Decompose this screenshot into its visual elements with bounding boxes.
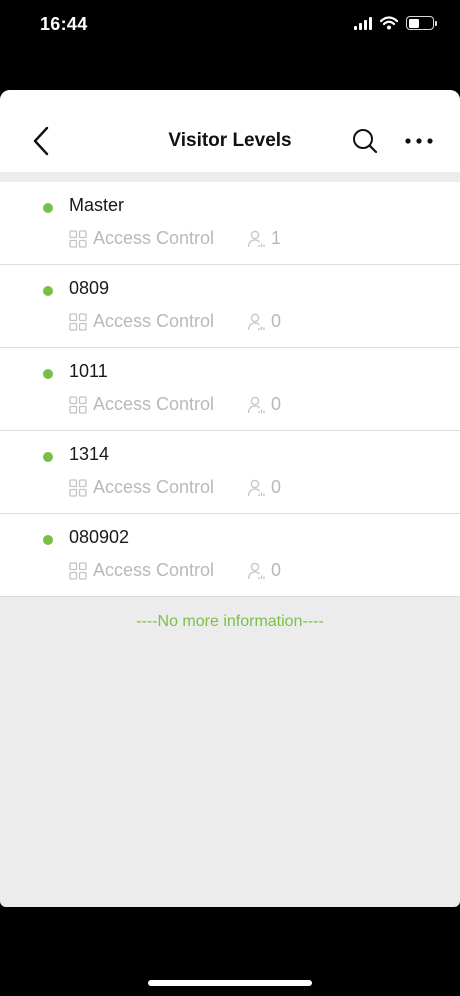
nav-bar: Visitor Levels <box>0 90 460 172</box>
search-icon[interactable] <box>350 126 380 156</box>
level-list-item[interactable]: 1011 Access Control 0 <box>0 348 460 431</box>
level-type: Access Control <box>69 477 214 498</box>
battery-icon <box>406 16 437 30</box>
status-icons <box>354 16 437 30</box>
level-member-count: 0 <box>247 477 281 498</box>
level-type: Access Control <box>69 394 214 415</box>
level-type-label: Access Control <box>93 311 215 331</box>
grid-icon <box>69 229 87 248</box>
level-name: 1011 <box>69 361 108 381</box>
level-type: Access Control <box>69 311 214 332</box>
level-count-value: 0 <box>271 477 282 497</box>
section-gap <box>0 172 460 182</box>
level-member-count: 0 <box>247 311 281 332</box>
grid-icon <box>69 478 87 497</box>
person-icon <box>247 230 265 247</box>
grid-icon <box>69 561 87 580</box>
level-list-item[interactable]: Master Access Control 1 <box>0 182 460 265</box>
level-member-count: 1 <box>247 228 281 249</box>
signal-icon <box>354 16 372 30</box>
status-time: 16:44 <box>40 14 88 34</box>
status-bar: 16:44 <box>0 0 460 50</box>
battery-fill <box>408 18 419 28</box>
status-dot <box>43 369 53 379</box>
person-icon <box>247 562 265 579</box>
level-count-value: 0 <box>271 394 282 414</box>
wifi-icon <box>380 16 398 30</box>
level-list-item[interactable]: 1314 Access Control 0 <box>0 431 460 514</box>
page-title: Visitor Levels <box>168 130 292 151</box>
level-count-value: 0 <box>271 311 282 331</box>
status-dot <box>43 203 53 213</box>
person-icon <box>247 396 265 413</box>
visitor-levels-list: Master Access Control 1 0809 Access Control 0… <box>0 182 460 597</box>
status-dot <box>43 535 53 545</box>
level-name: 080902 <box>69 527 130 547</box>
more-icon[interactable] <box>402 128 436 154</box>
grid-icon <box>69 395 87 414</box>
level-type-label: Access Control <box>93 560 215 580</box>
status-dot <box>43 452 53 462</box>
level-count-value: 1 <box>271 228 282 248</box>
level-member-count: 0 <box>247 560 281 581</box>
person-icon <box>247 479 265 496</box>
home-indicator[interactable] <box>148 980 312 986</box>
person-icon <box>247 313 265 330</box>
status-dot <box>43 286 53 296</box>
level-count-value: 0 <box>271 560 282 580</box>
level-name: 1314 <box>69 444 110 464</box>
level-name: 0809 <box>69 278 110 298</box>
level-member-count: 0 <box>247 394 281 415</box>
level-type-label: Access Control <box>93 477 215 497</box>
visitor-levels-sheet: Visitor Levels Master Access Control 1 0809… <box>0 90 460 907</box>
level-type-label: Access Control <box>93 394 215 414</box>
level-type-label: Access Control <box>93 228 215 248</box>
level-type: Access Control <box>69 228 214 249</box>
level-list-item[interactable]: 0809 Access Control 0 <box>0 265 460 348</box>
no-more-information: ----No more information---- <box>136 613 324 630</box>
grid-icon <box>69 312 87 331</box>
level-list-item[interactable]: 080902 Access Control 0 <box>0 514 460 597</box>
level-type: Access Control <box>69 560 214 581</box>
level-name: Master <box>69 195 125 215</box>
